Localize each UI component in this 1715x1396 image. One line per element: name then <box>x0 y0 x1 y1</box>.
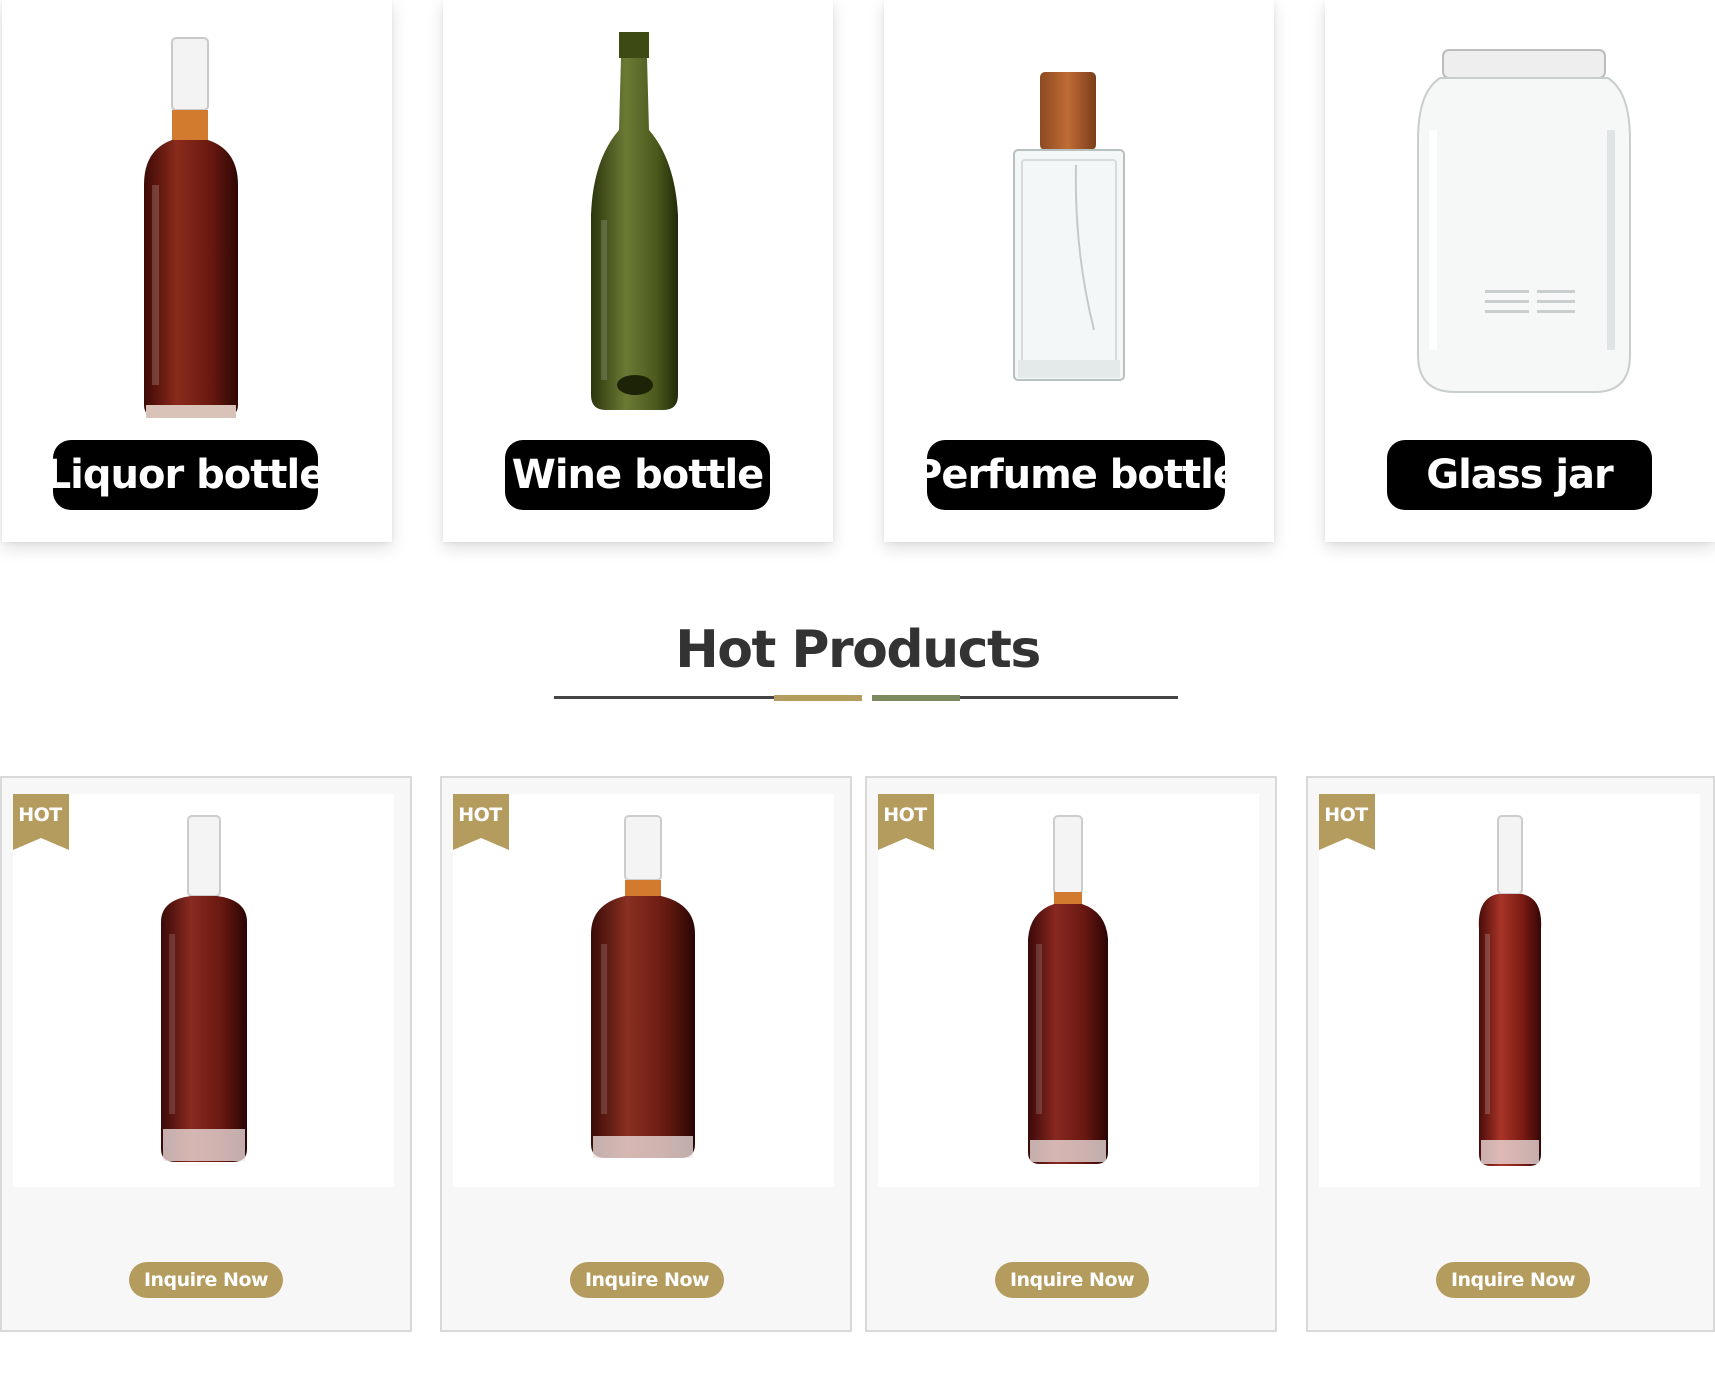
hot-product-card[interactable]: HOT Inquire Now <box>0 776 412 1332</box>
hot-badge-label: HOT <box>1324 804 1368 826</box>
inquire-now-button[interactable]: Inquire Now <box>995 1262 1149 1298</box>
category-card-wine[interactable]: Wine bottle <box>443 0 833 542</box>
hot-product-card[interactable]: HOT Inquire Now <box>1306 776 1715 1332</box>
title-divider-left <box>554 696 774 699</box>
hot-product-card[interactable]: HOT Inquire Now <box>865 776 1277 1332</box>
section-title: Hot Products <box>675 620 1041 680</box>
product-image-frame <box>13 794 394 1187</box>
wine-bottle-image <box>591 32 678 410</box>
hot-badge-label: HOT <box>458 804 502 826</box>
category-pill-liquor[interactable]: Liquor bottle <box>46 440 326 510</box>
inquire-now-button[interactable]: Inquire Now <box>570 1262 724 1298</box>
liquor-bottle-image <box>144 37 238 418</box>
title-accent-gold <box>774 695 862 701</box>
product-bottle-image <box>591 815 695 1158</box>
product-image-frame <box>878 794 1259 1187</box>
product-image-frame <box>453 794 834 1187</box>
glass-jar-image <box>1417 49 1631 393</box>
category-card-perfume[interactable]: Perfume bottle <box>884 0 1274 542</box>
inquire-now-button[interactable]: Inquire Now <box>129 1262 283 1298</box>
category-pill-wine[interactable]: Wine bottle <box>505 440 770 510</box>
product-bottle-image <box>161 815 247 1162</box>
hot-badge-label: HOT <box>883 804 927 826</box>
hot-badge-label: HOT <box>18 804 62 826</box>
product-image-frame <box>1319 794 1700 1187</box>
perfume-bottle-image <box>1013 72 1125 381</box>
hot-product-card[interactable]: HOT Inquire Now <box>440 776 852 1332</box>
product-bottle-image <box>1478 815 1542 1166</box>
inquire-now-button[interactable]: Inquire Now <box>1436 1262 1590 1298</box>
category-pill-perfume[interactable]: Perfume bottle <box>913 440 1240 510</box>
category-pill-jar[interactable]: Glass jar <box>1387 440 1652 510</box>
title-accent-green <box>872 695 960 701</box>
product-bottle-image <box>1028 815 1108 1164</box>
category-card-jar[interactable]: Glass jar <box>1325 0 1715 542</box>
category-card-liquor[interactable]: Liquor bottle <box>2 0 392 542</box>
title-divider-right <box>960 696 1178 699</box>
